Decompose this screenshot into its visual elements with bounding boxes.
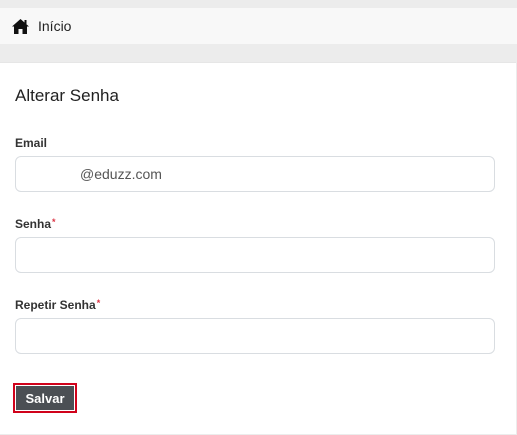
breadcrumb: Início (0, 8, 517, 44)
password-field[interactable] (15, 237, 495, 273)
password-label: Senha* (15, 217, 56, 231)
change-password-card: Alterar Senha Email Senha* Repetir Senha… (0, 62, 516, 434)
page-title: Alterar Senha (15, 86, 119, 105)
home-icon[interactable] (12, 18, 29, 35)
required-marker: * (96, 298, 101, 308)
required-marker: * (52, 217, 56, 227)
email-label: Email (15, 136, 47, 150)
password-label-text: Senha (15, 217, 52, 231)
repeat-password-field[interactable] (15, 318, 495, 354)
save-button-highlight: Salvar (13, 383, 77, 413)
breadcrumb-home-link[interactable]: Início (38, 18, 71, 34)
repeat-password-label: Repetir Senha* (15, 298, 100, 312)
email-label-text: Email (15, 136, 48, 150)
email-field[interactable] (15, 156, 495, 192)
save-button[interactable]: Salvar (15, 385, 75, 411)
repeat-password-label-text: Repetir Senha (15, 298, 96, 312)
